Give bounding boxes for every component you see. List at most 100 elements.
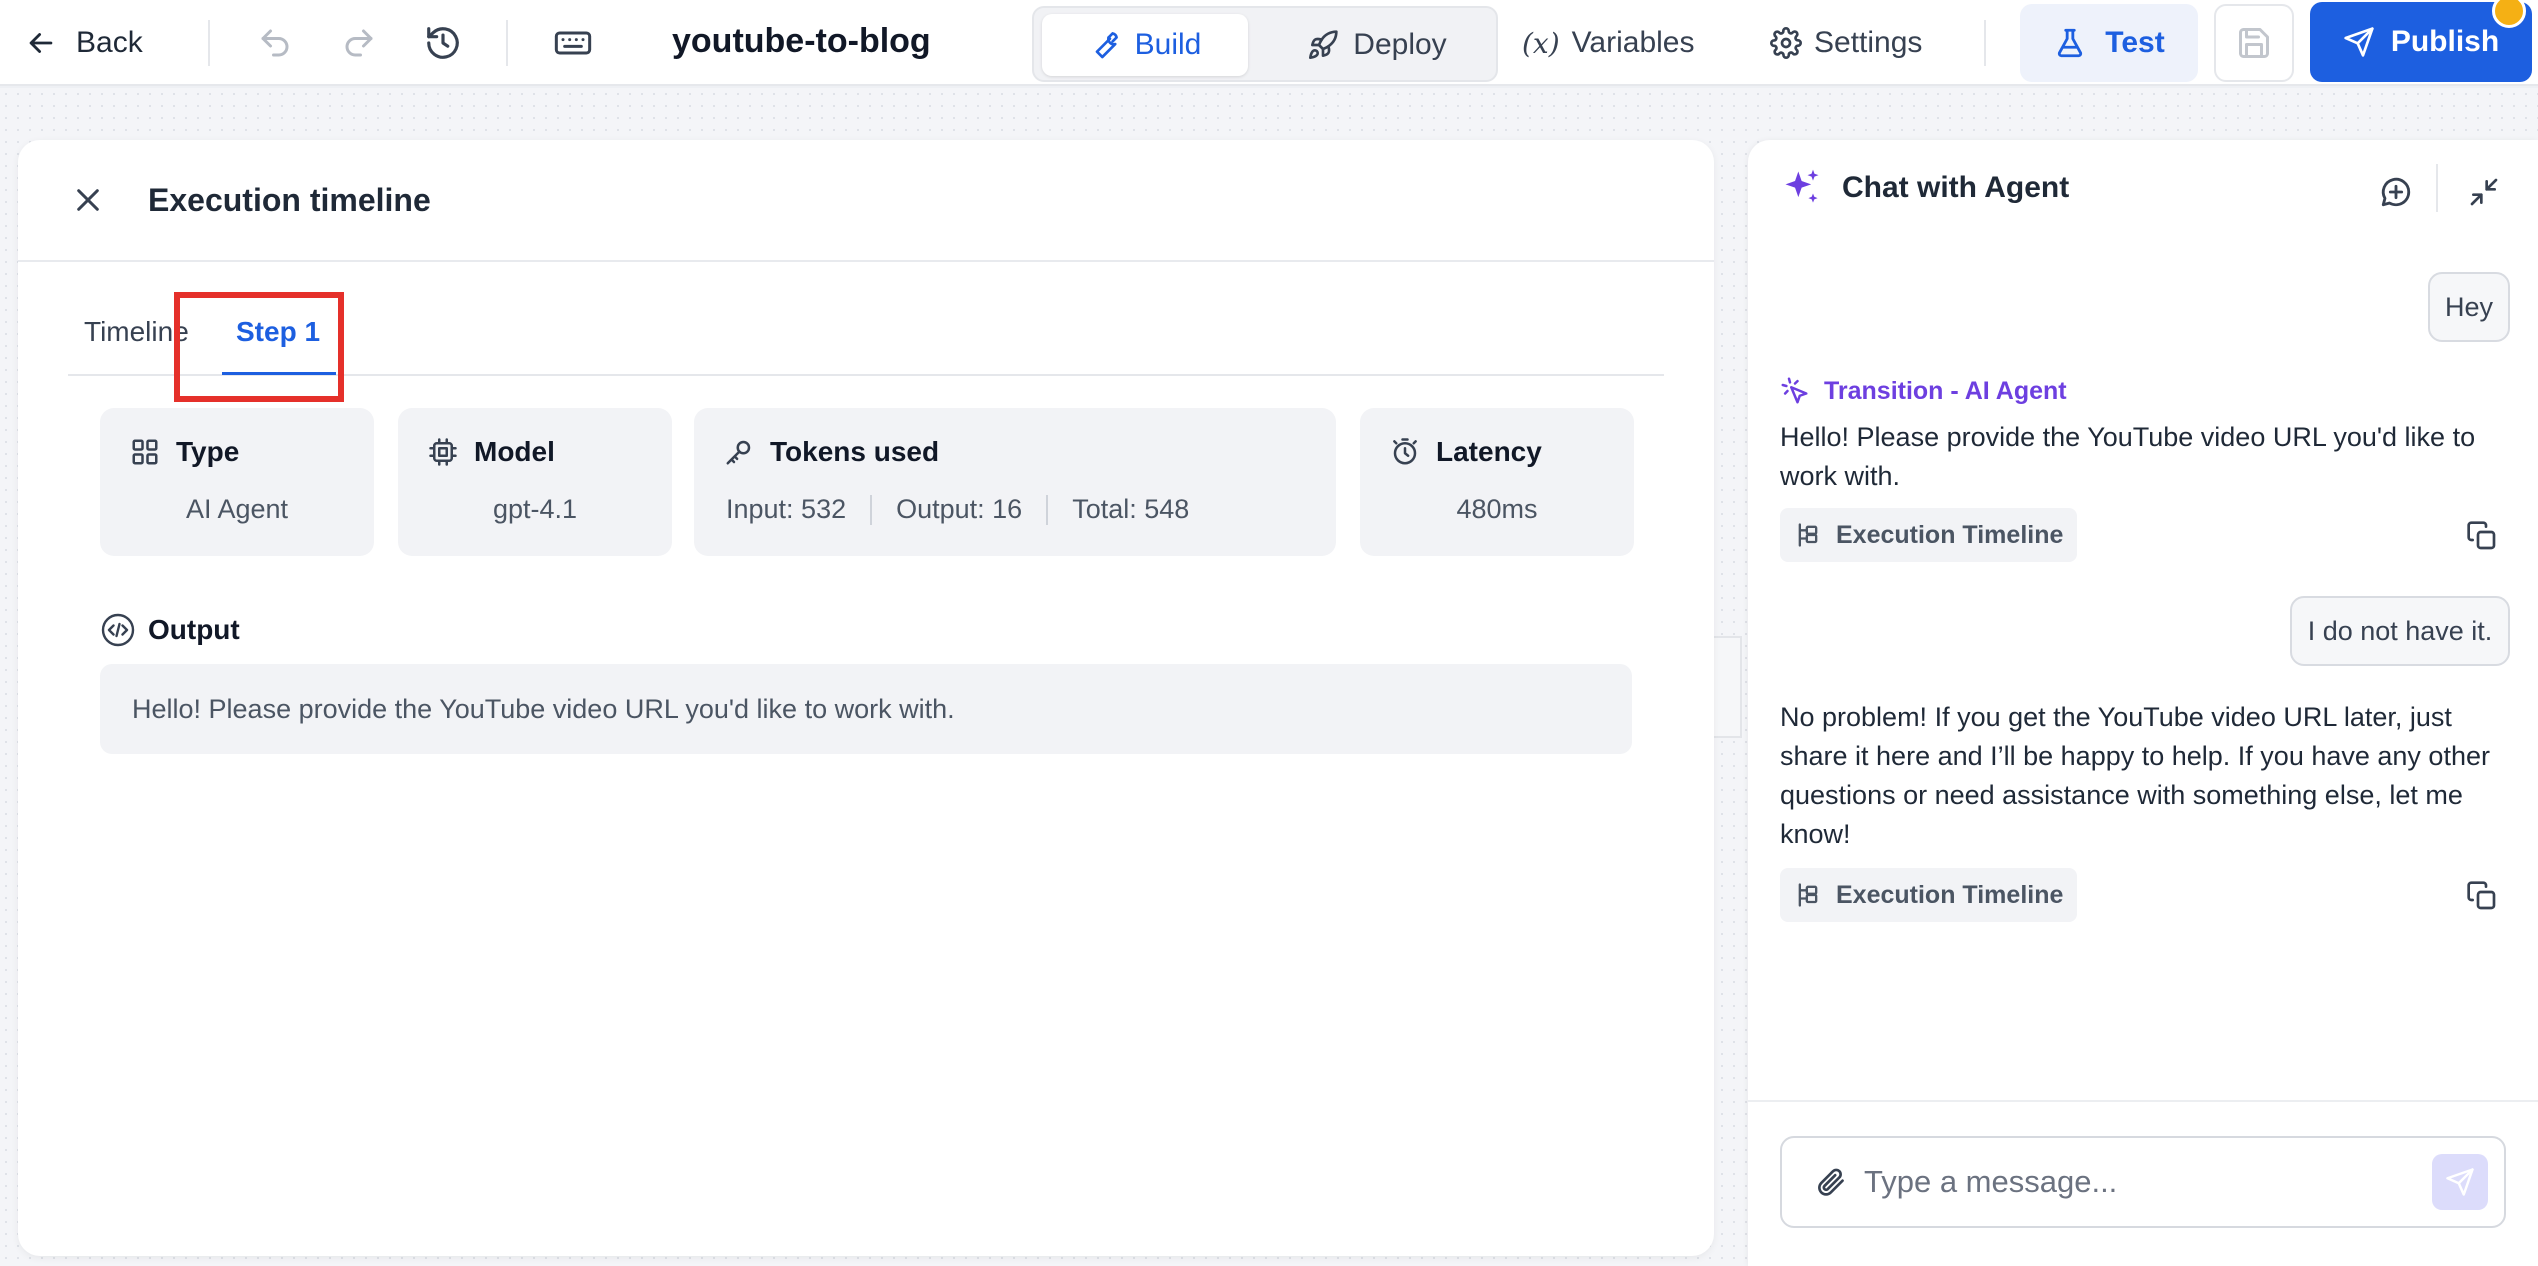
pointer-click-icon [1780, 376, 1810, 406]
divider [1046, 494, 1049, 525]
tab-bar: Timeline Step 1 [68, 290, 1664, 376]
execution-timeline-label: Execution Timeline [1836, 520, 2064, 549]
test-button[interactable]: Test [2020, 4, 2198, 82]
build-label: Build [1134, 28, 1202, 61]
back-button[interactable]: Back [24, 18, 143, 68]
timer-icon [1390, 437, 1420, 467]
execution-timeline-label: Execution Timeline [1836, 880, 2064, 909]
divider [2436, 164, 2438, 212]
attach-button[interactable] [1810, 1162, 1850, 1202]
model-value: gpt-4.1 [492, 494, 578, 524]
test-label: Test [2105, 26, 2165, 59]
panel-header: Execution timeline [18, 140, 1714, 262]
arrow-left-icon [24, 26, 58, 60]
collapse-icon [2468, 176, 2500, 208]
keyboard-icon [553, 23, 593, 63]
key-icon [724, 437, 754, 467]
execution-timeline-chip[interactable]: Execution Timeline [1780, 508, 2078, 562]
redo-button[interactable] [334, 18, 384, 68]
deploy-label: Deploy [1353, 28, 1447, 61]
chat-footer [1748, 1100, 2538, 1266]
execution-timeline-chip[interactable]: Execution Timeline [1780, 868, 2078, 922]
save-icon [2236, 25, 2272, 61]
chat-header: Chat with Agent [1780, 166, 2069, 210]
undo-icon [257, 25, 293, 61]
rocket-icon [1307, 29, 1339, 61]
tab-step-1[interactable]: Step 1 [236, 316, 320, 348]
new-chat-button[interactable] [2374, 170, 2418, 214]
history-button[interactable] [418, 18, 468, 68]
output-text: Hello! Please provide the YouTube video … [100, 664, 1632, 754]
latency-value: 480ms [1456, 494, 1538, 524]
history-icon [424, 24, 462, 62]
type-value: AI Agent [185, 494, 289, 524]
transition-label: Transition - AI Agent [1780, 376, 2067, 406]
code-icon [100, 612, 136, 648]
copy-button[interactable] [2462, 876, 2502, 916]
build-tab[interactable]: Build [1042, 14, 1248, 76]
tokens-label: Tokens used [770, 436, 940, 467]
output-heading: Output [100, 612, 240, 648]
copy-button[interactable] [2462, 516, 2502, 556]
tokens-input: Input: 532 [726, 494, 847, 524]
tokens-total: Total: 548 [1072, 494, 1190, 524]
back-label: Back [76, 26, 143, 59]
sparkles-icon [1780, 166, 1824, 210]
chat-panel: Chat with Agent Hey Transition - AI Agen… [1748, 140, 2538, 1266]
keyboard-shortcuts-button[interactable] [548, 18, 598, 68]
divider [208, 20, 210, 66]
transition-text: Transition - AI Agent [1824, 376, 2067, 405]
tokens-output: Output: 16 [896, 494, 1023, 524]
chip-icon [428, 437, 458, 467]
latency-label: Latency [1436, 436, 1542, 467]
mode-switcher: Build Deploy [1032, 6, 1498, 82]
user-message: Hey [2428, 272, 2510, 342]
output-label: Output [148, 614, 240, 645]
deploy-tab[interactable]: Deploy [1282, 14, 1472, 76]
send-icon [2343, 26, 2375, 58]
user-message: I do not have it. [2290, 596, 2510, 666]
variables-button[interactable]: (x) Variables [1522, 18, 1694, 68]
type-card: Type AI Agent [100, 408, 374, 556]
grid-icon [130, 437, 160, 467]
agent-message: Hello! Please provide the YouTube video … [1780, 422, 2476, 491]
active-tab-indicator [222, 372, 336, 375]
send-button[interactable] [2432, 1154, 2488, 1210]
collapse-chat-button[interactable] [2462, 170, 2506, 214]
divider [870, 494, 873, 525]
chat-plus-icon [2379, 175, 2413, 209]
send-icon [2445, 1167, 2475, 1197]
undo-button[interactable] [250, 18, 300, 68]
redo-icon [341, 25, 377, 61]
gear-icon [1770, 27, 1802, 59]
tab-timeline[interactable]: Timeline [84, 316, 189, 348]
wrench-icon [1089, 29, 1121, 61]
divider [1984, 20, 1986, 66]
divider [506, 20, 508, 66]
execution-timeline-panel: Execution timeline Timeline Step 1 Type … [18, 140, 1714, 1256]
close-icon [72, 184, 104, 216]
panel-title: Execution timeline [148, 182, 431, 218]
variables-label: Variables [1571, 26, 1695, 59]
copy-icon [2466, 520, 2498, 552]
tree-icon [1794, 881, 1822, 909]
top-bar: Back youtube-to-blog Build Deploy (x) Va… [0, 0, 2538, 86]
settings-button[interactable]: Settings [1770, 18, 1922, 68]
latency-card: Latency 480ms [1360, 408, 1634, 556]
model-label: Model [474, 436, 555, 467]
chat-title: Chat with Agent [1842, 171, 2070, 204]
variables-icon: (x) [1522, 26, 1560, 60]
tokens-card: Tokens used Input: 532 Output: 16 Total:… [694, 408, 1336, 556]
message-composer [1780, 1136, 2506, 1228]
copy-icon [2466, 880, 2498, 912]
tree-icon [1794, 521, 1822, 549]
close-button[interactable] [68, 180, 108, 220]
tokens-breakdown: Input: 532 Output: 16 Total: 548 [726, 494, 1189, 525]
type-label: Type [176, 436, 240, 467]
flask-icon [2053, 26, 2087, 60]
paperclip-icon [1814, 1166, 1846, 1198]
agent-message: No problem! If you get the YouTube video… [1780, 702, 2490, 849]
save-button[interactable] [2214, 4, 2294, 82]
message-input[interactable] [1864, 1154, 2384, 1210]
workflow-node-edge [1712, 636, 1742, 738]
